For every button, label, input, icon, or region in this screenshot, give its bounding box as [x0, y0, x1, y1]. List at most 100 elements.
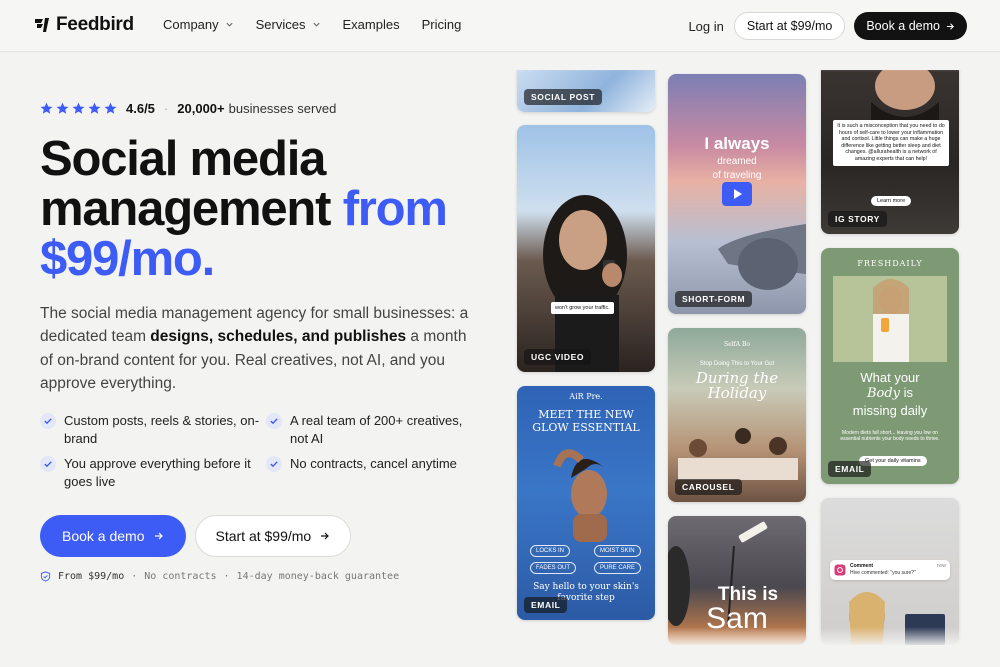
vitamin-title-1: What your [860, 370, 920, 385]
guarantee-row: From $99/mo · No contracts · 14-day mone… [40, 571, 399, 582]
star-icon [40, 102, 53, 114]
nav-company[interactable]: Company [163, 17, 234, 32]
feature-text: Custom posts, reels & stories, on-brand [64, 413, 260, 446]
rating-value: 4.6/5 [126, 101, 155, 116]
nav-demo-label: Book a demo [866, 19, 940, 33]
check-icon [266, 456, 282, 472]
feature-text: No contracts, cancel anytime [290, 456, 457, 471]
guarantee-contracts: No contracts [144, 571, 217, 582]
nav-company-label: Company [163, 17, 219, 32]
guarantee-refund: 14-day money-back guarantee [236, 571, 400, 582]
hero-headline: Social media management from $99/mo. [40, 134, 500, 284]
nav-links: Company Services Examples Pricing [163, 17, 461, 32]
nav-pricing[interactable]: Pricing [422, 17, 462, 32]
top-nav: Feedbird Company Services Examples Prici… [0, 0, 1000, 52]
star-icon [104, 102, 117, 114]
business-count: 20,000+ [177, 101, 225, 116]
star-icon [56, 102, 69, 114]
vitamin-body: Modern diets fall short... leaving you l… [840, 430, 940, 442]
card-this-is-sam[interactable]: This is Sam [668, 516, 806, 645]
shield-check-icon [40, 571, 51, 582]
guarantee-sep: · [131, 571, 138, 582]
start-plan-button[interactable]: Start at $99/mo [194, 515, 352, 557]
card-tag: UGC VIDEO [524, 349, 592, 365]
check-icon [266, 413, 282, 429]
guarantee-from: From $99/mo [58, 571, 125, 582]
grid-top-fade [505, 52, 975, 72]
arrow-right-icon [321, 532, 330, 540]
content-showcase-grid: SOCIAL POST won't grow your traffic. UGC… [505, 70, 975, 645]
guarantee-sep: · [223, 571, 230, 582]
card-email-vitamins[interactable]: FRESHDAILY What your Body is missing dai… [821, 248, 959, 484]
card-tag: CAROUSEL [675, 479, 742, 495]
separator: · [163, 101, 169, 116]
login-link[interactable]: Log in [688, 19, 723, 34]
card-email-skincare[interactable]: AiR Pre. MEET THE NEW GLOW ESSENTIAL LOC… [517, 386, 655, 620]
dinner-party-image [678, 428, 798, 480]
chevron-down-icon [312, 22, 320, 27]
start-plan-label: Start at $99/mo [215, 528, 312, 544]
vitamin-title-2-row: Body is [821, 385, 959, 401]
feature-list: Custom posts, reels & stories, on-brand … [40, 412, 480, 490]
feature-text: A real team of 200+ creatives, not AI [290, 413, 463, 446]
arrow-right-icon [154, 532, 163, 540]
feedbird-logo-icon [35, 18, 49, 32]
feature-item: Custom posts, reels & stories, on-brand [40, 412, 266, 447]
chevron-down-icon [226, 22, 233, 27]
woman-juice-image [833, 276, 947, 362]
email-pill: LOCKS IN [530, 545, 571, 557]
card-carousel[interactable]: SelfA Bo Stop Doing This to Your Gut Dur… [668, 328, 806, 502]
nav-demo-button[interactable]: Book a demo [854, 12, 967, 40]
card-tag: SOCIAL POST [524, 89, 603, 105]
nav-start-label: Start at $99/mo [746, 19, 833, 33]
nav-services-label: Services [255, 17, 306, 32]
nav-start-button[interactable]: Start at $99/mo [733, 12, 846, 40]
logo[interactable]: Feedbird [33, 14, 134, 36]
card-tag: EMAIL [524, 597, 568, 613]
nav-services[interactable]: Services [256, 17, 321, 32]
feature-item: You approve everything before it goes li… [40, 455, 266, 490]
card-ugc-video[interactable]: won't grow your traffic. UGC VIDEO [517, 125, 655, 372]
video-caption: won't grow your traffic. [551, 302, 614, 314]
nav-examples-label: Examples [342, 17, 400, 32]
story-learn-more[interactable]: Learn more [871, 196, 912, 206]
logo-text: Feedbird [56, 14, 134, 35]
hero-subtext: The social media management agency for s… [40, 302, 480, 395]
headline-price: $99/mo. [40, 232, 215, 286]
nav-pricing-label: Pricing [421, 17, 462, 32]
email-pill: FADES OUT [530, 562, 577, 574]
sam-text-2: Sam [706, 602, 768, 635]
feature-item: A real team of 200+ creatives, not AI [266, 412, 476, 447]
vitamin-title-2: Body [866, 386, 901, 401]
card-tag: SHORT-FORM [675, 291, 753, 307]
airplane-wing-image [718, 224, 806, 290]
nav-examples[interactable]: Examples [343, 17, 400, 32]
card-short-form[interactable]: I always dreamed of traveling SHORT-FORM [668, 74, 806, 314]
card-tag: IG STORY [828, 211, 887, 227]
feature-item: No contracts, cancel anytime [266, 455, 476, 490]
card-social-post[interactable]: SOCIAL POST [517, 70, 655, 112]
email-pill: MOIST SKIN [594, 545, 641, 557]
star-icon [72, 102, 85, 114]
rating-row: 4.6/5 · 20,000+ businesses served [40, 101, 336, 116]
woman-portrait-image [543, 195, 627, 372]
subtext-bold: designs, schedules, and publishes [150, 328, 407, 346]
business-count-suffix: businesses served [228, 101, 337, 116]
check-icon [40, 413, 56, 429]
hero-cta-row: Book a demo Start at $99/mo [40, 515, 352, 557]
feature-text: You approve everything before it goes li… [64, 456, 251, 489]
story-quote: It is such a misconception that you need… [833, 120, 949, 166]
card-tag: EMAIL [828, 461, 872, 477]
headline-line2: management [40, 182, 331, 236]
nav-actions: Log in Start at $99/mo Book a demo [688, 12, 967, 40]
star-icon [88, 102, 101, 114]
card-ig-story[interactable]: It is such a misconception that you need… [821, 70, 959, 234]
phone-user-image [849, 592, 945, 645]
book-demo-button[interactable]: Book a demo [40, 515, 186, 557]
star-rating [40, 102, 117, 115]
email-pill: PURE CARE [594, 562, 642, 574]
arrow-right-icon [946, 22, 954, 30]
headline-line1: Social media [40, 132, 326, 186]
card-comment[interactable]: Comment Hive commented: "you sure?" now [821, 498, 959, 645]
headline-from: from [342, 182, 448, 236]
